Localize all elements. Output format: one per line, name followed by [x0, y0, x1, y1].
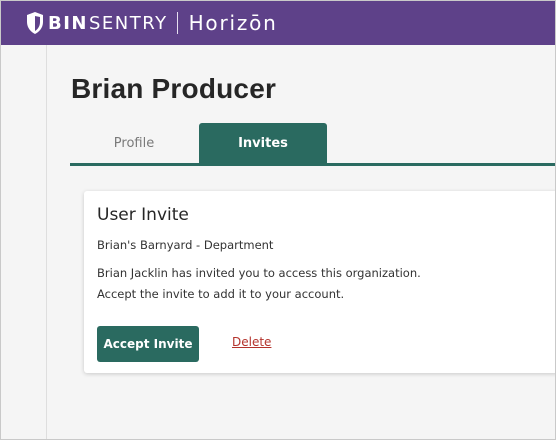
tab-bar: Profile Invites	[70, 123, 555, 166]
brand-divider	[176, 12, 178, 34]
invite-message-line-2: Accept the invite to add it to your acco…	[97, 287, 345, 301]
page-title: Brian Producer	[71, 73, 277, 104]
accept-invite-button[interactable]: Accept Invite	[97, 326, 199, 362]
delete-invite-link[interactable]: Delete	[232, 335, 271, 349]
invite-message-line-1: Brian Jacklin has invited you to access …	[97, 266, 421, 280]
invite-organization: Brian's Barnyard - Department	[97, 238, 274, 252]
card-title: User Invite	[97, 205, 189, 225]
main-content: Brian Producer Profile Invites User Invi…	[47, 45, 555, 439]
brand-product-name: Horizōn	[188, 11, 278, 35]
top-header-bar: BIN SENTRY Horizōn	[1, 1, 555, 45]
brand-bin-text: BIN	[48, 12, 88, 34]
app-window: BIN SENTRY Horizōn Brian Producer Profil…	[0, 0, 556, 440]
tab-invites[interactable]: Invites	[199, 123, 327, 163]
left-sidebar-rail	[1, 45, 47, 439]
brand-sentry-text: SENTRY	[88, 12, 168, 34]
invite-message: Brian Jacklin has invited you to access …	[97, 263, 537, 305]
tab-profile[interactable]: Profile	[70, 123, 198, 163]
brand-logo[interactable]: BIN SENTRY Horizōn	[25, 10, 278, 36]
user-invite-card: User Invite Brian's Barnyard - Departmen…	[84, 191, 555, 373]
shield-icon	[27, 12, 43, 34]
